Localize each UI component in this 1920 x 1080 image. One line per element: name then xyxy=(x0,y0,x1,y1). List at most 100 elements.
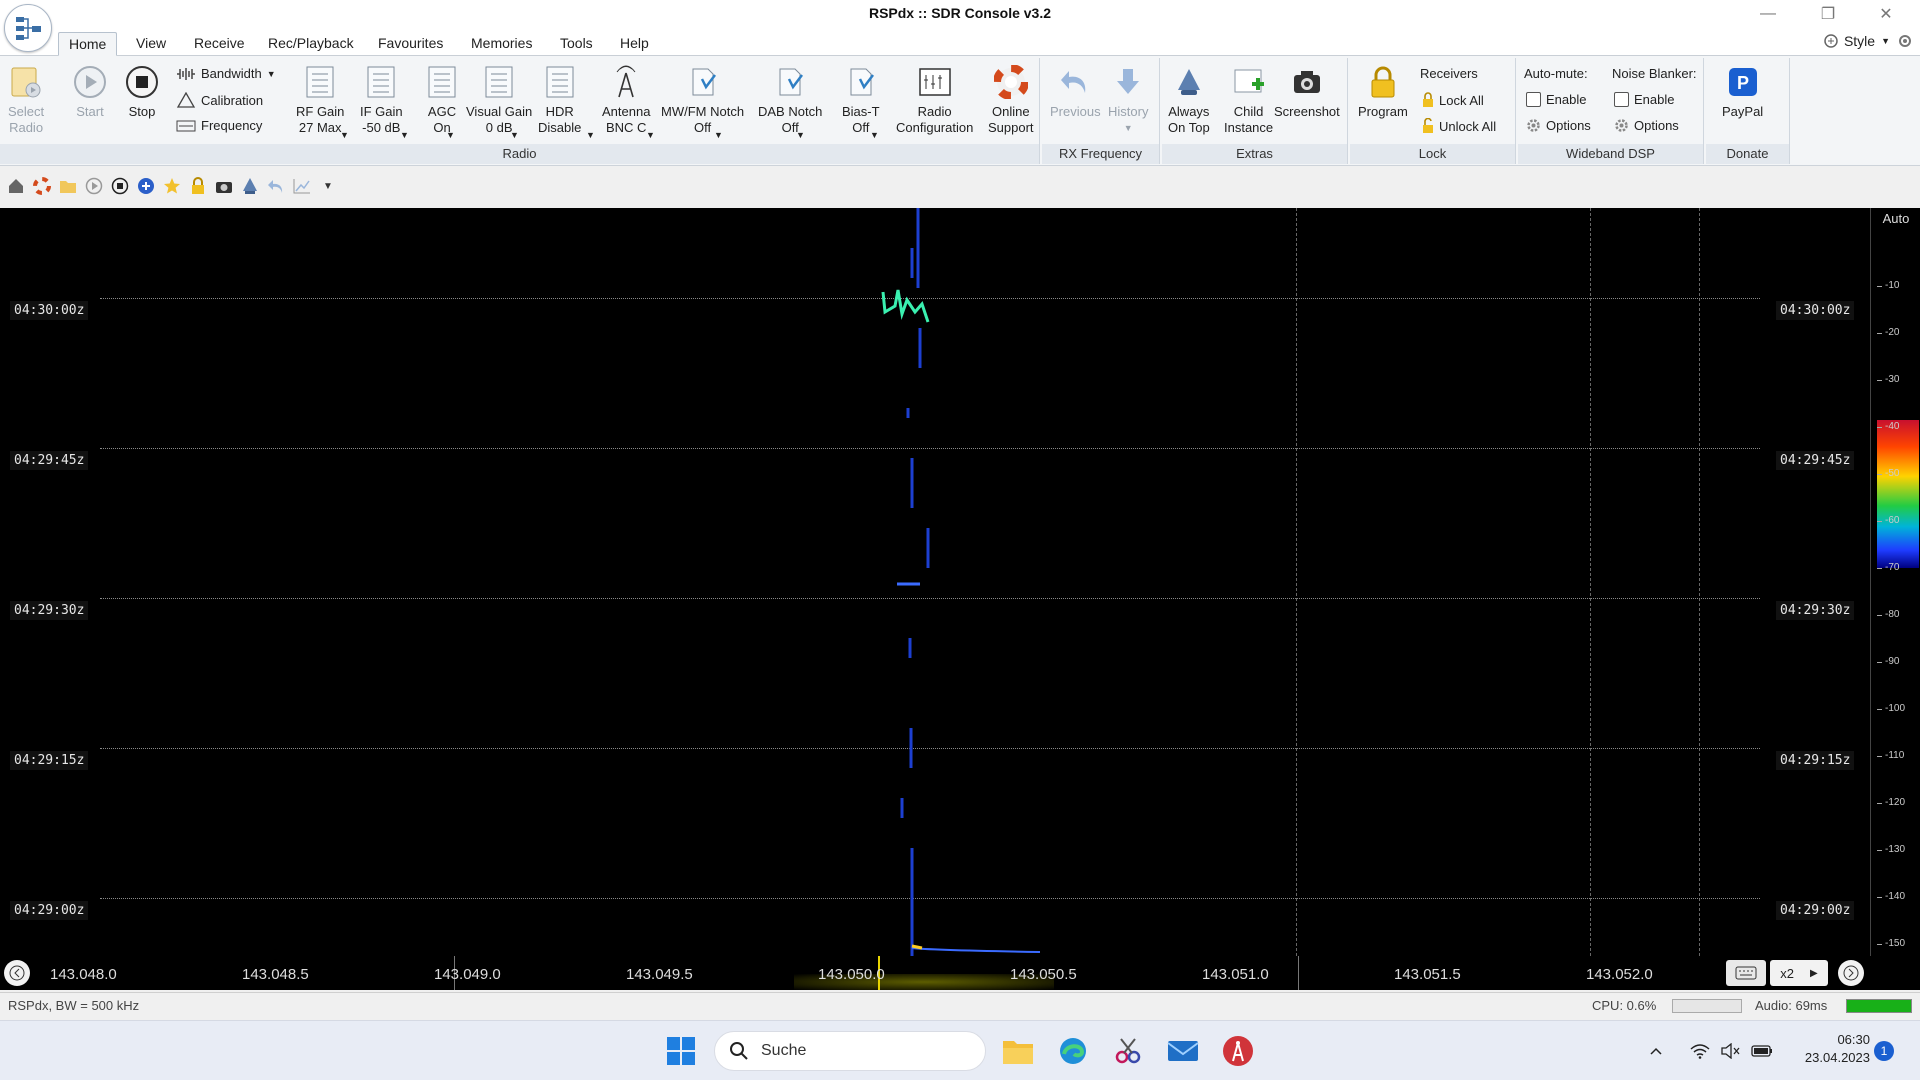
waterfall-display[interactable]: 04:30:00z 04:29:45z 04:29:30z 04:29:15z … xyxy=(0,208,1870,956)
sdr-console-taskbar-icon[interactable] xyxy=(1220,1033,1256,1069)
bias-t-button[interactable]: Bias-T Off xyxy=(842,62,880,136)
calibration-button[interactable]: Calibration xyxy=(176,92,263,108)
mwfm-notch-value: Off xyxy=(693,120,712,135)
tab-receive[interactable]: Receive xyxy=(184,32,255,56)
star-icon[interactable] xyxy=(162,176,182,196)
home-icon[interactable] xyxy=(6,176,26,196)
dab-notch-button[interactable]: DAB Notch Off xyxy=(758,62,822,136)
radio-status: RSPdx, BW = 500 kHz xyxy=(8,998,140,1013)
tab-rec-playback[interactable]: Rec/Playback xyxy=(258,32,364,56)
tab-tools[interactable]: Tools xyxy=(550,32,603,56)
chart-icon[interactable] xyxy=(292,176,312,196)
bandwidth-button[interactable]: Bandwidth ▼ xyxy=(176,66,276,81)
start-button[interactable]: Start xyxy=(72,62,108,120)
minimize-button[interactable]: — xyxy=(1740,0,1796,28)
gear-icon[interactable] xyxy=(1896,32,1914,50)
stop-button[interactable]: Stop xyxy=(124,62,160,120)
tab-view[interactable]: View xyxy=(126,32,176,56)
lock-all-button[interactable]: Lock All xyxy=(1422,92,1484,108)
customize-dropdown-icon[interactable]: ▼ xyxy=(318,176,338,196)
restore-button[interactable]: ❐ xyxy=(1800,0,1856,28)
volume-muted-icon[interactable] xyxy=(1718,1033,1742,1069)
scroll-left-button[interactable] xyxy=(4,960,30,986)
hdr-value: Disable xyxy=(538,120,582,135)
camera-icon[interactable] xyxy=(214,176,234,196)
rf-gain-button[interactable]: RF Gain 27 Max xyxy=(296,62,344,136)
search-icon xyxy=(730,1042,748,1060)
windows-start-icon[interactable] xyxy=(663,1033,699,1069)
zoom-selector[interactable]: x2 ▶ xyxy=(1770,960,1828,986)
wifi-icon[interactable] xyxy=(1688,1033,1712,1069)
mwfm-notch-button[interactable]: MW/FM Notch Off xyxy=(661,62,744,136)
scroll-right-button[interactable] xyxy=(1838,960,1864,986)
chevron-down-icon[interactable]: ▼ xyxy=(400,130,409,140)
chevron-down-icon[interactable]: ▼ xyxy=(510,130,519,140)
chevron-down-icon[interactable]: ▼ xyxy=(870,130,879,140)
group-label-rx-frequency: RX Frequency xyxy=(1042,144,1159,164)
play-icon[interactable] xyxy=(84,176,104,196)
history-label: History xyxy=(1108,104,1149,119)
app-menu-logo-icon[interactable] xyxy=(4,4,52,52)
snipping-tool-icon[interactable] xyxy=(1110,1033,1146,1069)
select-radio-button[interactable]: Select Radio xyxy=(8,62,44,136)
time-label: 04:30:00z xyxy=(1776,301,1855,320)
auto-mute-options-button[interactable]: Options xyxy=(1526,118,1591,133)
keyboard-button[interactable] xyxy=(1726,960,1766,986)
taskbar-search[interactable]: Suche xyxy=(714,1031,986,1071)
auto-mute-enable-checkbox[interactable]: Enable xyxy=(1526,92,1586,107)
pin-icon[interactable] xyxy=(240,176,260,196)
antenna-button[interactable]: Antenna BNC C xyxy=(602,62,650,136)
add-icon[interactable] xyxy=(136,176,156,196)
select-radio-line2: Radio xyxy=(9,120,44,135)
battery-icon[interactable] xyxy=(1748,1033,1776,1069)
folder-icon[interactable] xyxy=(58,176,78,196)
noise-blanker-enable-checkbox[interactable]: Enable xyxy=(1614,92,1674,107)
svg-text:P: P xyxy=(1737,73,1749,93)
edge-browser-icon[interactable] xyxy=(1055,1033,1091,1069)
close-button[interactable]: ✕ xyxy=(1858,0,1914,28)
visual-gain-button[interactable]: Visual Gain 0 dB xyxy=(466,62,532,136)
undo-icon[interactable] xyxy=(266,176,286,196)
always-on-top-button[interactable]: Always On Top xyxy=(1168,62,1210,136)
program-button[interactable]: Program xyxy=(1358,62,1408,120)
chevron-down-icon[interactable]: ▼ xyxy=(446,130,455,140)
chevron-down-icon[interactable]: ▼ xyxy=(340,130,349,140)
gear-icon xyxy=(1527,119,1540,132)
file-explorer-icon[interactable] xyxy=(1000,1033,1036,1069)
frequency-button[interactable]: Frequency xyxy=(176,118,262,133)
previous-button[interactable]: Previous xyxy=(1050,62,1101,120)
child-instance-button[interactable]: Child Instance xyxy=(1224,62,1273,136)
notification-badge[interactable]: 1 xyxy=(1874,1041,1894,1061)
history-button[interactable]: History ▼ xyxy=(1108,62,1148,136)
tab-memories[interactable]: Memories xyxy=(461,32,542,56)
mail-icon[interactable] xyxy=(1165,1033,1201,1069)
scale-auto-button[interactable]: Auto xyxy=(1871,211,1920,226)
taskbar-clock[interactable]: 06:30 23.04.2023 xyxy=(1780,1031,1870,1067)
padlock-icon[interactable] xyxy=(188,176,208,196)
paypal-button[interactable]: P PayPal xyxy=(1722,62,1763,120)
chevron-down-icon[interactable]: ▼ xyxy=(714,130,723,140)
online-support-button[interactable]: Online Support xyxy=(988,62,1034,136)
chevron-down-icon[interactable]: ▼ xyxy=(796,130,805,140)
stop-icon[interactable] xyxy=(110,176,130,196)
radio-configuration-button[interactable]: Radio Configuration xyxy=(896,62,973,136)
hdr-button[interactable]: HDR Disable xyxy=(538,62,581,136)
chevron-down-icon[interactable]: ▼ xyxy=(586,130,595,140)
frequency-axis[interactable]: 143.048.0 143.048.5 143.049.0 143.049.5 … xyxy=(34,956,1722,990)
db-scale[interactable]: Auto -10 -20 -30 -40 -50 -60 -70 -80 -90… xyxy=(1870,208,1920,956)
tab-favourites[interactable]: Favourites xyxy=(368,32,453,56)
style-menu[interactable]: Style ▼ xyxy=(1824,32,1914,50)
lifebuoy-icon[interactable] xyxy=(32,176,52,196)
agc-button[interactable]: AGC On xyxy=(424,62,460,136)
if-gain-button[interactable]: IF Gain -50 dB xyxy=(360,62,403,136)
screenshot-button[interactable]: Screenshot xyxy=(1274,62,1340,120)
color-scale-bar[interactable] xyxy=(1877,420,1919,568)
noise-blanker-options-button[interactable]: Options xyxy=(1614,118,1679,133)
chevron-down-icon[interactable]: ▼ xyxy=(646,130,655,140)
tab-help[interactable]: Help xyxy=(610,32,659,56)
chevron-up-icon[interactable] xyxy=(1644,1033,1668,1069)
tab-home[interactable]: Home xyxy=(58,32,118,56)
time-label: 04:29:00z xyxy=(1776,901,1855,920)
online-support-line1: Online xyxy=(991,104,1030,119)
unlock-all-button[interactable]: Unlock All xyxy=(1422,118,1496,134)
